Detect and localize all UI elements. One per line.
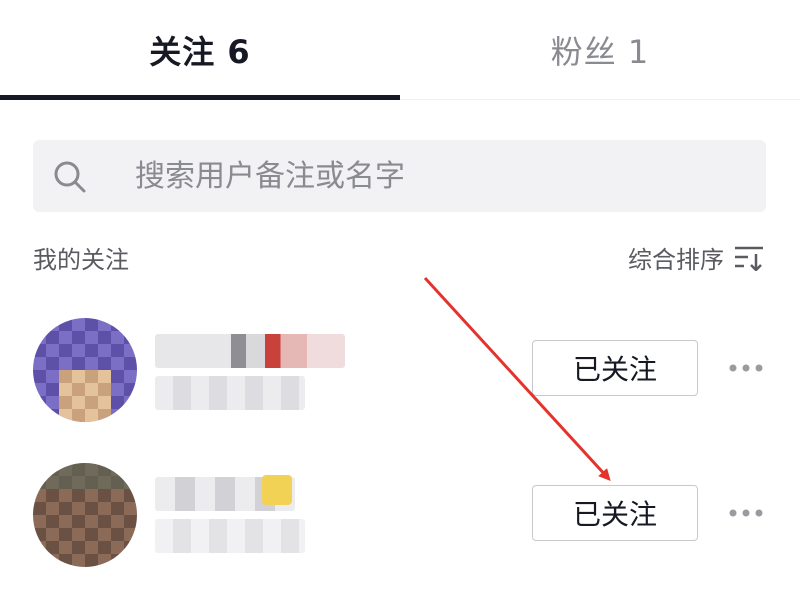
user-row[interactable]: 已关注 (0, 310, 800, 430)
following-button[interactable]: 已关注 (532, 485, 698, 541)
avatar[interactable] (33, 463, 137, 567)
user-name-blurred (155, 334, 345, 368)
badge-icon (262, 475, 292, 505)
following-button[interactable]: 已关注 (532, 340, 698, 396)
search-bar[interactable] (33, 140, 766, 212)
tab-bar: 关注 6 粉丝 1 (0, 0, 800, 100)
section-title: 我的关注 (33, 246, 129, 274)
user-description-blurred (155, 519, 305, 553)
search-icon (54, 161, 86, 193)
tab-following[interactable]: 关注 6 (0, 0, 400, 100)
sort-icon (735, 246, 763, 271)
sort-label: 综合排序 (628, 246, 724, 274)
search-input[interactable] (135, 140, 735, 212)
following-page: 关注 6 粉丝 1 我的关注 综合排序 已关注 (0, 0, 800, 600)
tab-divider (400, 99, 800, 100)
sort-button[interactable]: 综合排序 (628, 240, 764, 275)
more-icon[interactable] (728, 360, 764, 376)
avatar[interactable] (33, 318, 137, 422)
user-description-blurred (155, 376, 305, 410)
tab-fans[interactable]: 粉丝 1 (400, 0, 800, 100)
user-row[interactable]: 已关注 (0, 455, 800, 575)
more-icon[interactable] (728, 505, 764, 521)
tab-active-indicator (0, 95, 400, 100)
